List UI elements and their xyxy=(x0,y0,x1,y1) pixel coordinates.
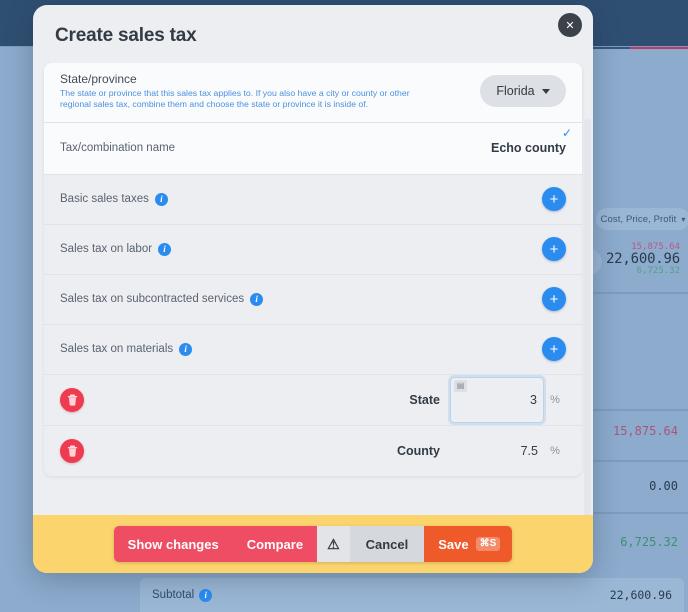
cost-price-profit-selector[interactable]: Cost, Price, Profit ▾ xyxy=(596,208,688,230)
section-label: Sales tax on materials xyxy=(60,343,174,356)
section-label: Sales tax on labor xyxy=(60,243,153,256)
info-icon[interactable]: i xyxy=(250,292,264,306)
summary-price: 22,600.96 xyxy=(605,251,680,268)
section-sales-tax-on-materials: Sales tax on materials i + xyxy=(44,323,582,374)
scrollbar[interactable] xyxy=(584,119,591,515)
info-icon[interactable]: i xyxy=(158,242,172,256)
close-icon[interactable]: ✕ xyxy=(558,13,582,37)
settings-card: State/province The state or province tha… xyxy=(44,63,582,476)
rate-name-county: County xyxy=(396,443,440,458)
state-province-row: State/province The state or province tha… xyxy=(44,63,582,122)
section-label-group: Sales tax on labor i xyxy=(60,242,172,256)
plus-icon[interactable]: + xyxy=(542,237,566,262)
check-icon: ✓ xyxy=(561,125,572,140)
state-province-description: The state or province that this sales ta… xyxy=(60,88,410,110)
plus-icon[interactable]: + xyxy=(542,187,566,212)
section-label: Sales tax on subcontracted services xyxy=(60,293,245,306)
subtotal-label-group: Subtotal i xyxy=(152,588,213,602)
footer-button-group: Show changes Compare ⚠ Cancel Save ⌘S xyxy=(113,526,513,562)
compare-button[interactable]: Compare xyxy=(232,526,318,562)
tax-name-label: Tax/combination name xyxy=(60,142,176,155)
chevron-down-icon: ▾ xyxy=(681,214,686,224)
rate-input-wrapper-state: ▤ xyxy=(450,376,544,423)
rate-row-county: County 7.5 % xyxy=(44,424,582,476)
background-amount-value: 15,875.64 xyxy=(612,424,678,438)
section-label-group: Sales tax on subcontracted services i xyxy=(60,292,264,306)
save-shortcut-badge: ⌘S xyxy=(475,537,501,551)
info-icon[interactable]: i xyxy=(199,588,213,602)
rate-unit-state: % xyxy=(550,393,560,406)
dialog-title: Create sales tax xyxy=(55,25,197,46)
state-province-dropdown-value: Florida xyxy=(496,84,535,99)
section-basic-sales-taxes: Basic sales taxes i + xyxy=(44,173,582,224)
column-rule-pink xyxy=(630,47,688,49)
cancel-button[interactable]: Cancel xyxy=(349,526,425,562)
info-icon[interactable]: i xyxy=(154,192,168,206)
cost-price-profit-label: Cost, Price, Profit xyxy=(600,213,677,225)
tax-name-row[interactable]: ✓ Tax/combination name Echo county xyxy=(44,121,582,174)
chevron-down-icon xyxy=(541,88,550,94)
background-amount-value: 6,725.32 xyxy=(620,535,678,549)
rate-unit-county: % xyxy=(550,444,560,457)
calculator-icon[interactable]: ▤ xyxy=(454,379,467,392)
summary-totals: 15,875.64 22,600.96 6,725.32 xyxy=(605,242,680,277)
state-province-label: State/province xyxy=(60,72,137,86)
section-label-group: Basic sales taxes i xyxy=(60,192,168,206)
dialog-body: State/province The state or province tha… xyxy=(33,63,593,515)
summary-profit: 6,725.32 xyxy=(636,266,680,277)
save-button-label: Save xyxy=(438,536,469,552)
rate-row-state: State ▤ % xyxy=(44,373,582,425)
subtotal-bar: Subtotal i 22,600.96 xyxy=(140,578,684,612)
background-amount-row: 15,875.64 xyxy=(580,424,688,438)
section-label-group: Sales tax on materials i xyxy=(60,342,193,356)
subtotal-value: 22,600.96 xyxy=(609,588,672,602)
section-sales-tax-on-subcontracted-services: Sales tax on subcontracted services i + xyxy=(44,273,582,324)
warning-triangle-icon[interactable]: ⚠ xyxy=(317,526,350,562)
create-sales-tax-dialog: ✕ Create sales tax State/province The st… xyxy=(33,5,593,573)
show-changes-button[interactable]: Show changes xyxy=(113,526,233,562)
plus-icon[interactable]: + xyxy=(542,337,566,362)
rate-value-county[interactable]: 7.5 xyxy=(450,444,544,458)
save-button[interactable]: Save ⌘S xyxy=(424,526,513,562)
tax-name-value: Echo county xyxy=(490,141,566,156)
info-icon[interactable]: i xyxy=(179,342,193,356)
state-province-dropdown[interactable]: Florida xyxy=(480,75,566,108)
background-amount-value: 0.00 xyxy=(649,479,678,493)
background-amount-row: 0.00 xyxy=(580,479,688,493)
section-label: Basic sales taxes xyxy=(60,193,149,206)
trash-icon[interactable] xyxy=(60,387,84,412)
subtotal-label: Subtotal xyxy=(152,589,195,601)
plus-icon[interactable]: + xyxy=(542,287,566,312)
rate-name-state: State xyxy=(409,392,440,407)
section-sales-tax-on-labor: Sales tax on labor i + xyxy=(44,223,582,274)
trash-icon[interactable] xyxy=(60,438,84,463)
background-amount-row: 6,725.32 xyxy=(580,535,688,549)
dialog-footer: Show changes Compare ⚠ Cancel Save ⌘S xyxy=(33,515,593,573)
